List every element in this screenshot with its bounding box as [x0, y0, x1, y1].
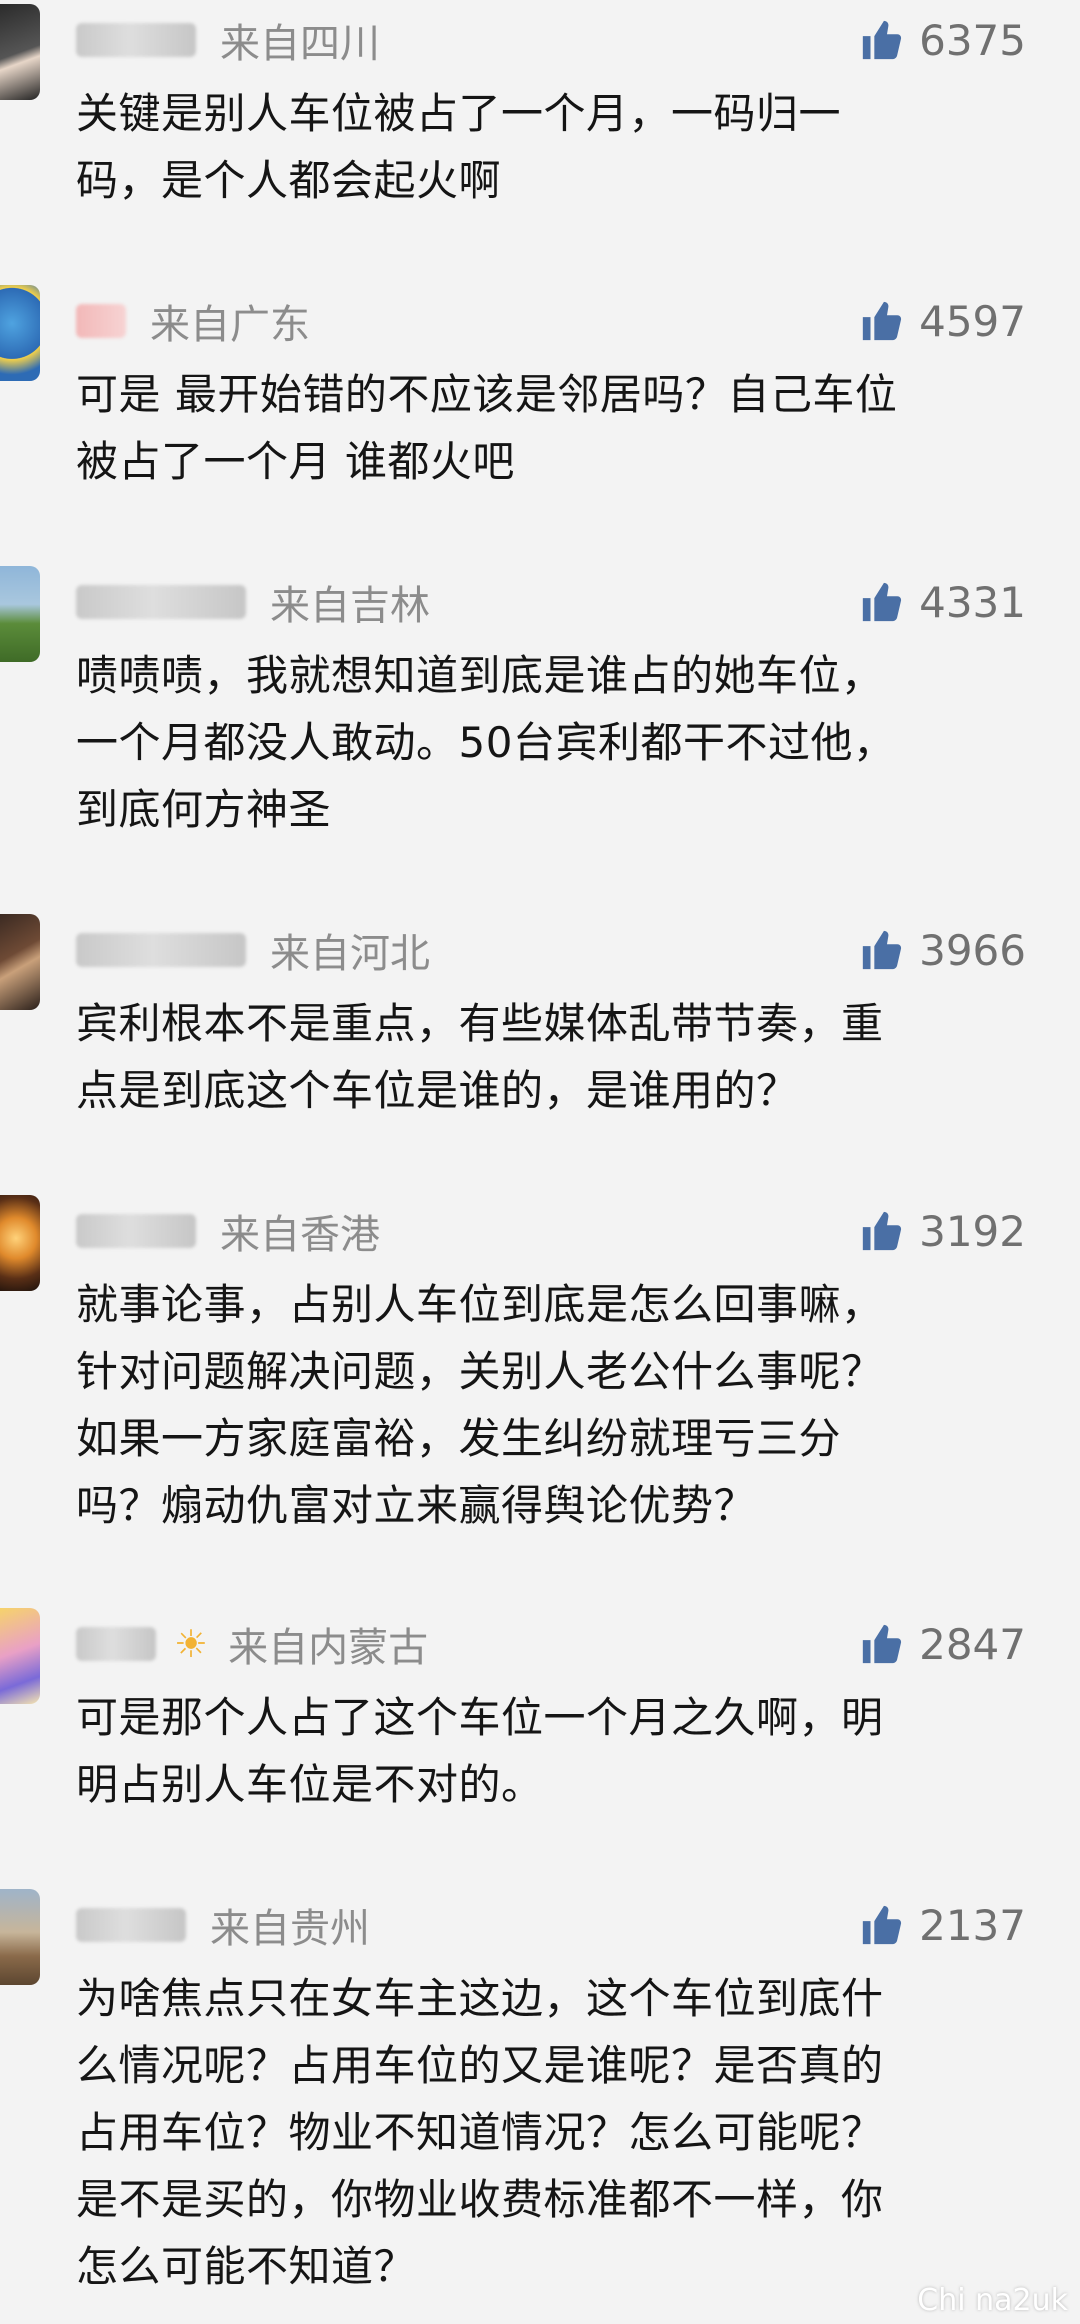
username-blurred[interactable] [76, 585, 246, 619]
like-count: 3192 [919, 1206, 1026, 1256]
thumbs-up-icon [862, 1624, 902, 1664]
username-blurred[interactable] [76, 1214, 196, 1248]
like-count: 6375 [919, 15, 1026, 65]
like-count: 2847 [919, 1619, 1026, 1669]
avatar[interactable] [0, 1608, 40, 1704]
avatar[interactable] [0, 1889, 40, 1985]
comment-meta: 来自贵州 [76, 1889, 370, 1961]
like-button[interactable]: 6375 [859, 4, 1026, 76]
username-blurred[interactable] [76, 933, 246, 967]
thumbs-up-icon [862, 1211, 902, 1251]
like-button[interactable]: 3192 [859, 1195, 1026, 1267]
comment-text: 可是那个人占了这个车位一个月之久啊，明 明占别人车位是不对的。 [76, 1693, 884, 1809]
username-blurred[interactable] [76, 304, 126, 338]
region-label: 来自贵州 [210, 1906, 370, 1952]
like-count: 3966 [919, 925, 1026, 975]
username-blurred[interactable] [76, 23, 196, 57]
thumbs-up-icon [862, 301, 902, 341]
comment-meta: 来自广东 [76, 285, 310, 357]
region-label: 来自四川 [220, 21, 380, 67]
region-label: 来自广东 [150, 302, 310, 348]
comment-text: 可是 最开始错的不应该是邻居吗？自己车位 被占了一个月 谁都火吧 [76, 370, 898, 486]
watermark: Chi na2uk [917, 2283, 1068, 2318]
like-button[interactable]: 3966 [859, 914, 1026, 986]
region-label: 来自吉林 [270, 583, 430, 629]
comment-text: 为啥焦点只在女车主这边，这个车位到底什 么情况呢？占用车位的又是谁呢？是否真的 … [76, 1974, 884, 2291]
avatar[interactable] [0, 914, 40, 1010]
like-count: 4597 [919, 296, 1026, 346]
avatar[interactable] [0, 4, 40, 100]
avatar[interactable] [0, 1195, 40, 1291]
like-button[interactable]: 4331 [859, 566, 1026, 638]
thumbs-up-icon [862, 582, 902, 622]
avatar[interactable] [0, 566, 40, 662]
region-label: 来自内蒙古 [228, 1625, 429, 1671]
region-label: 来自河北 [270, 931, 430, 977]
username-blurred[interactable] [76, 1908, 186, 1942]
like-button[interactable]: 4597 [859, 285, 1026, 357]
username-blurred[interactable] [76, 1627, 156, 1661]
avatar[interactable] [0, 285, 40, 381]
comment-meta: 来自四川 [76, 4, 380, 76]
sun-icon: ☀ [174, 1622, 209, 1666]
comment-meta: 来自吉林 [76, 566, 430, 638]
like-button[interactable]: 2137 [859, 1889, 1026, 1961]
thumbs-up-icon [862, 1905, 902, 1945]
like-button[interactable]: 2847 [859, 1608, 1026, 1680]
comment-meta: 来自香港 [76, 1195, 380, 1267]
comment-text: 就事论事，占别人车位到底是怎么回事嘛， 针对问题解决问题，关别人老公什么事呢？ … [76, 1280, 884, 1530]
like-count: 2137 [919, 1900, 1026, 1950]
comment-meta: 来自河北 [76, 914, 430, 986]
thumbs-up-icon [862, 20, 902, 60]
comment-text: 宾利根本不是重点，有些媒体乱带节奏，重 点是到底这个车位是谁的，是谁用的？ [76, 999, 884, 1115]
region-label: 来自香港 [220, 1212, 380, 1258]
like-count: 4331 [919, 577, 1026, 627]
thumbs-up-icon [862, 930, 902, 970]
comment-text: 关键是别人车位被占了一个月，一码归一 码，是个人都会起火啊 [76, 89, 842, 205]
comment-meta: ☀ 来自内蒙古 [76, 1608, 428, 1680]
comment-text: 啧啧啧，我就想知道到底是谁占的她车位， 一个月都没人敢动。50台宾利都干不过他，… [76, 651, 896, 834]
